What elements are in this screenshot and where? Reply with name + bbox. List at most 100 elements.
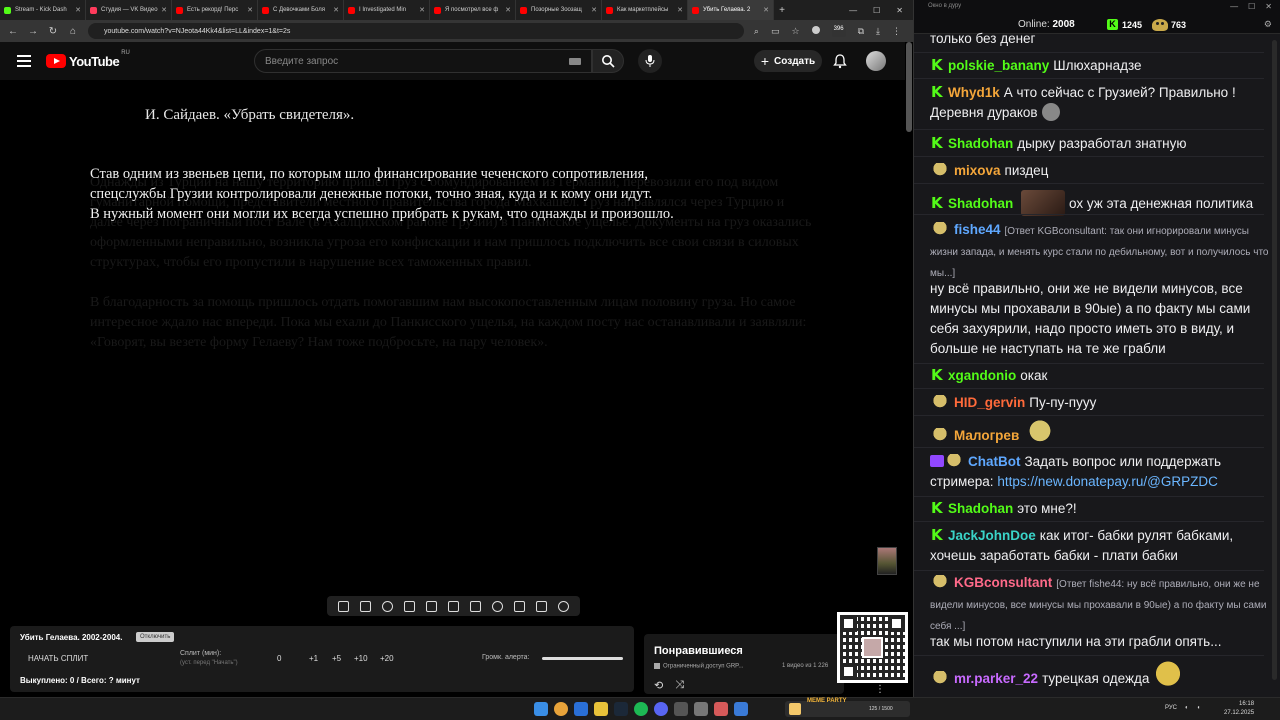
- tab-close-icon[interactable]: ✕: [72, 6, 81, 14]
- obs-icon[interactable]: [674, 702, 688, 716]
- donation-link[interactable]: https://new.donatepay.ru/@GRPZDC: [997, 474, 1218, 489]
- search-input[interactable]: Введите запрос: [254, 49, 592, 73]
- voice-search-button[interactable]: [638, 49, 662, 73]
- username[interactable]: KGBconsultant: [954, 575, 1052, 590]
- add-10-button[interactable]: +10: [354, 654, 368, 663]
- menu-icon[interactable]: [17, 55, 31, 67]
- picture-in-picture-icon[interactable]: [447, 600, 459, 612]
- extension-puzzle-icon[interactable]: ⧉: [858, 26, 864, 37]
- language-indicator[interactable]: РУС: [1165, 705, 1177, 711]
- network-icon[interactable]: ◐: [1185, 705, 1189, 711]
- video-player[interactable]: Однажды из Турции на нашу территорию при…: [0, 80, 905, 592]
- disable-button[interactable]: Отключить: [136, 632, 175, 642]
- app-icon[interactable]: [714, 702, 728, 716]
- close-icon[interactable]: ✕: [1265, 2, 1272, 11]
- username[interactable]: mr.parker_22: [954, 671, 1038, 686]
- chat-scrollbar[interactable]: [1272, 40, 1277, 680]
- browser-tab[interactable]: Убить Гелаева. 2 ✕: [688, 0, 774, 20]
- browser-tab[interactable]: Как маркетплейсы ✕: [602, 0, 688, 20]
- username[interactable]: Shadohan: [948, 196, 1013, 211]
- maximize-icon[interactable]: ☐: [873, 6, 880, 15]
- tab-close-icon[interactable]: ✕: [158, 6, 167, 14]
- home-icon[interactable]: ⌂: [68, 26, 78, 37]
- edge-icon[interactable]: [574, 702, 588, 716]
- browser-tab[interactable]: Я посмотрел все ф ✕: [430, 0, 516, 20]
- username[interactable]: Shadohan: [948, 501, 1013, 516]
- search-button[interactable]: [592, 49, 624, 73]
- back-icon[interactable]: ←: [8, 26, 18, 37]
- username[interactable]: xgandonio: [948, 368, 1016, 383]
- username[interactable]: ChatBot: [968, 454, 1021, 469]
- browser-tab[interactable]: Stream - Kick Dash ✕: [0, 0, 86, 20]
- volume-icon[interactable]: ◖: [1197, 705, 1201, 711]
- username[interactable]: Малогрев: [954, 428, 1019, 443]
- minimize-icon[interactable]: —: [1230, 2, 1238, 11]
- tab-close-icon[interactable]: ✕: [330, 6, 339, 14]
- username[interactable]: fishe44: [954, 222, 1001, 237]
- add-screen-icon[interactable]: [513, 600, 525, 612]
- search-lens-icon[interactable]: ⌕: [754, 26, 759, 37]
- minimize-icon[interactable]: —: [849, 6, 857, 15]
- alert-volume-slider[interactable]: [542, 657, 623, 660]
- clock[interactable]: 16:18 27.12.2025: [1224, 700, 1254, 718]
- spotify-icon[interactable]: [634, 702, 648, 716]
- username[interactable]: polskie_banany: [948, 58, 1049, 73]
- folder-icon[interactable]: [594, 702, 608, 716]
- add-1-button[interactable]: +1: [309, 654, 318, 663]
- browser-tab[interactable]: Позорные Зоозащ ✕: [516, 0, 602, 20]
- download-icon[interactable]: ⤓: [876, 26, 880, 37]
- start-split-button[interactable]: НАЧАТЬ СПЛИТ: [28, 654, 88, 663]
- browser-tab[interactable]: С Девочками Боля ✕: [258, 0, 344, 20]
- username[interactable]: Whyd1k: [948, 85, 1000, 100]
- cinema-icon[interactable]: [469, 600, 481, 612]
- sort-icon[interactable]: [360, 600, 372, 612]
- forward-icon[interactable]: →: [28, 26, 38, 37]
- screenshot-camera-icon[interactable]: [535, 600, 547, 612]
- tab-close-icon[interactable]: ✕: [760, 6, 769, 14]
- playlist-title[interactable]: Понравившиеся: [654, 645, 743, 657]
- chrome-icon[interactable]: [554, 702, 568, 716]
- meme-party-widget[interactable]: MEME PARTY 125 / 1500: [785, 698, 910, 717]
- account-avatar[interactable]: [866, 51, 886, 71]
- film-icon[interactable]: [426, 600, 438, 612]
- username[interactable]: JackJohnDoe: [948, 528, 1036, 543]
- more-options-icon[interactable]: ⋮: [875, 684, 885, 695]
- loop-icon[interactable]: [338, 600, 350, 612]
- tab-close-icon[interactable]: ✕: [502, 6, 511, 14]
- add-20-button[interactable]: +20: [380, 654, 394, 663]
- start-icon[interactable]: [534, 702, 548, 716]
- youtube-logo[interactable]: YouTube RU: [46, 50, 130, 69]
- tab-close-icon[interactable]: ✕: [416, 6, 425, 14]
- tab-close-icon[interactable]: ✕: [244, 6, 253, 14]
- maximize-icon[interactable]: ☐: [1248, 2, 1255, 11]
- menu-dots-icon[interactable]: ⋮: [892, 26, 901, 37]
- speed-gauge-icon[interactable]: [491, 600, 503, 612]
- browser-tab[interactable]: Студия — VK Видео ✕: [86, 0, 172, 20]
- username[interactable]: mixova: [954, 163, 1001, 178]
- app-icon[interactable]: [734, 702, 748, 716]
- add-5-button[interactable]: +5: [332, 654, 341, 663]
- extension-icon[interactable]: [811, 25, 820, 34]
- username[interactable]: Shadohan: [948, 136, 1013, 151]
- username[interactable]: HID_gervin: [954, 395, 1025, 410]
- steam-icon[interactable]: [614, 702, 628, 716]
- browser-tab[interactable]: I Investigated Min ✕: [344, 0, 430, 20]
- create-button[interactable]: + Создать: [754, 50, 822, 72]
- settings-gear-icon[interactable]: [557, 600, 569, 612]
- app-icon[interactable]: [694, 702, 708, 716]
- page-scrollbar[interactable]: [906, 42, 912, 132]
- discord-icon[interactable]: [654, 702, 668, 716]
- broadcast-icon[interactable]: [382, 600, 394, 612]
- notifications-bell-icon[interactable]: [832, 53, 848, 69]
- new-tab-button[interactable]: +: [774, 5, 790, 16]
- keyboard-icon[interactable]: [569, 58, 581, 65]
- close-icon[interactable]: ✕: [896, 6, 903, 15]
- tab-close-icon[interactable]: ✕: [674, 6, 683, 14]
- shuffle-icon[interactable]: ⤨: [675, 679, 684, 692]
- camera-feed-icon[interactable]: [404, 600, 416, 612]
- browser-tab[interactable]: Есть рекорд! Перс ✕: [172, 0, 258, 20]
- tab-close-icon[interactable]: ✕: [588, 6, 597, 14]
- cast-icon[interactable]: ▭: [771, 26, 780, 37]
- reload-icon[interactable]: ↻: [48, 26, 58, 37]
- repeat-icon[interactable]: ⟲: [654, 679, 663, 692]
